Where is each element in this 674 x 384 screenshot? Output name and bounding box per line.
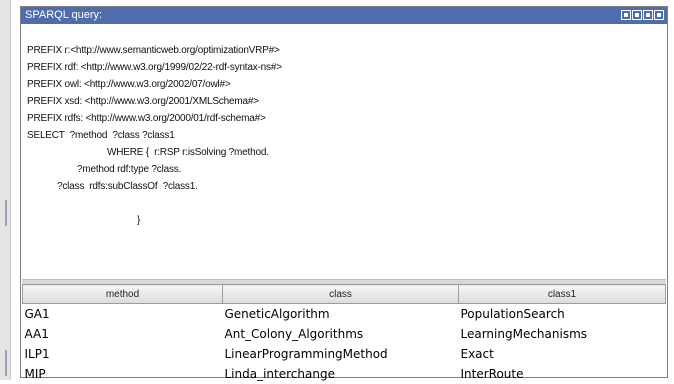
cell-class: Linda_interchange bbox=[224, 367, 335, 381]
close-icon[interactable] bbox=[654, 10, 664, 20]
column-header-method[interactable]: method bbox=[22, 284, 223, 304]
table-row[interactable]: GA1 GeneticAlgorithm PopulationSearch bbox=[23, 304, 666, 325]
cell-method: GA1 bbox=[24, 307, 50, 321]
query-line: PREFIX rdf: <http://www.w3.org/1999/02/2… bbox=[27, 62, 282, 73]
query-line: ?class rdfs:subClassOf ?class1. bbox=[57, 181, 198, 192]
cell-method: AA1 bbox=[24, 327, 49, 341]
results-table: method class class1 GA1 GeneticAlgorithm… bbox=[22, 284, 666, 381]
header-row: method class class1 bbox=[22, 284, 666, 304]
query-line: PREFIX rdfs: <http://www.w3.org/2000/01/… bbox=[27, 113, 266, 124]
window-title: SPARQL query: bbox=[25, 9, 103, 21]
column-header-class[interactable]: class bbox=[222, 284, 459, 304]
sparql-query-window: SPARQL query: PREFIX r:<http://www.seman… bbox=[20, 6, 668, 381]
strip-marker bbox=[5, 350, 7, 376]
left-scroll-strip bbox=[0, 0, 11, 380]
cell-class: LinearProgrammingMethod bbox=[224, 347, 388, 361]
cell-class: Ant_Colony_Algorithms bbox=[224, 327, 364, 341]
query-line: PREFIX xsd: <http://www.w3.org/2001/XMLS… bbox=[27, 96, 259, 107]
query-line: PREFIX r:<http://www.semanticweb.org/opt… bbox=[27, 45, 280, 56]
query-line: PREFIX owl: <http://www.w3.org/2002/07/o… bbox=[27, 79, 231, 90]
cell-class1: PopulationSearch bbox=[460, 307, 565, 321]
strip-marker bbox=[5, 200, 7, 226]
query-line: SELECT ?method ?class ?class1 bbox=[27, 130, 175, 141]
maximize-icon[interactable] bbox=[643, 10, 653, 20]
query-line: } bbox=[137, 215, 141, 226]
table-row[interactable]: AA1 Ant_Colony_Algorithms LearningMechan… bbox=[23, 324, 666, 344]
table-row[interactable]: ILP1 LinearProgrammingMethod Exact bbox=[23, 344, 666, 364]
query-editor[interactable]: PREFIX r:<http://www.semanticweb.org/opt… bbox=[22, 25, 666, 279]
window-titlebar[interactable]: SPARQL query: bbox=[21, 7, 667, 24]
cell-class1: LearningMechanisms bbox=[460, 327, 588, 341]
cell-class1: InterRoute bbox=[460, 367, 524, 381]
cell-method: MIP bbox=[24, 367, 46, 381]
query-line: ?method rdf:type ?class. bbox=[77, 164, 182, 175]
float-icon[interactable] bbox=[621, 10, 631, 20]
column-header-class1[interactable]: class1 bbox=[458, 284, 666, 304]
table-row[interactable]: MIP Linda_interchange InterRoute bbox=[23, 364, 666, 384]
cell-method: ILP1 bbox=[24, 347, 50, 361]
cell-class1: Exact bbox=[460, 347, 494, 361]
minimize-icon[interactable] bbox=[632, 10, 642, 20]
query-line: WHERE { r:RSP r:isSolving ?method. bbox=[107, 147, 269, 158]
window-buttons bbox=[621, 10, 664, 21]
cell-class: GeneticAlgorithm bbox=[224, 307, 330, 321]
